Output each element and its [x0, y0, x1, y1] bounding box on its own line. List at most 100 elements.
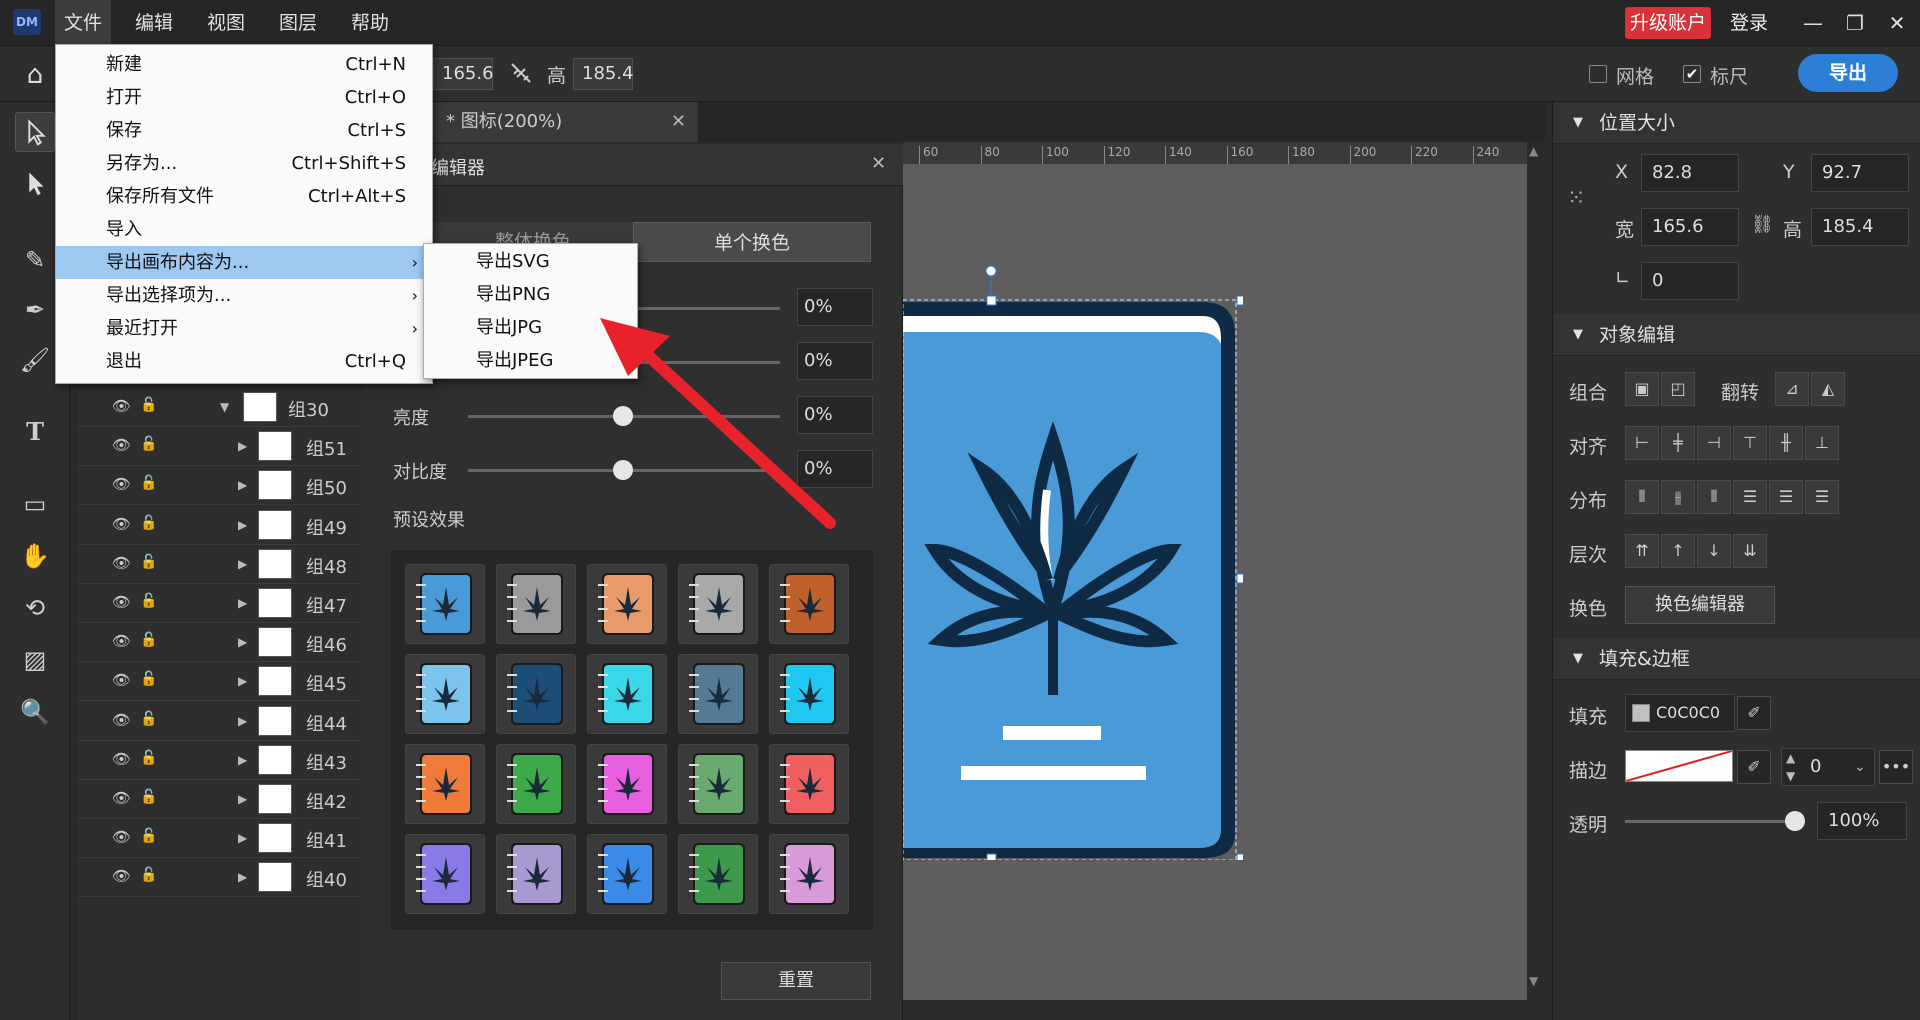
curve-pen-icon[interactable]: ✒: [15, 290, 55, 330]
rectangle-icon[interactable]: ▭: [15, 484, 55, 524]
fill-eyedropper-icon[interactable]: ✐: [1737, 696, 1771, 730]
layer-row[interactable]: 👁 🔓 ▶ 组42: [78, 780, 363, 819]
expand-caret-icon[interactable]: ▶: [238, 831, 247, 845]
align-left-icon[interactable]: ⊢: [1625, 426, 1659, 460]
expand-caret-icon[interactable]: ▶: [238, 870, 247, 884]
zoom-icon[interactable]: 🔍: [15, 692, 55, 732]
eye-icon[interactable]: 👁: [112, 475, 132, 495]
stroke-eyedropper-icon[interactable]: ✐: [1737, 750, 1771, 784]
distribute-bottom-icon[interactable]: ☰: [1805, 480, 1839, 514]
preset-swatch[interactable]: [678, 654, 758, 734]
layer-row[interactable]: 👁 🔓 ▶ 组46: [78, 623, 363, 663]
distribute-center-h-icon[interactable]: ⫵: [1661, 480, 1695, 514]
eye-icon[interactable]: 👁: [112, 789, 132, 809]
opacity-field[interactable]: 100%: [1817, 802, 1907, 840]
layer-row[interactable]: 👁 🔓 ▶ 组44: [78, 702, 363, 741]
distribute-right-icon[interactable]: ⫴: [1697, 480, 1731, 514]
flip-horizontal-icon[interactable]: ◭: [1811, 372, 1845, 406]
align-bottom-icon[interactable]: ⊥: [1805, 426, 1839, 460]
eye-icon[interactable]: 👁: [112, 867, 132, 887]
preset-swatch[interactable]: [587, 744, 667, 824]
eye-icon[interactable]: 👁: [112, 593, 132, 613]
section-object-edit[interactable]: ▼ 对象编辑: [1553, 314, 1920, 356]
expand-caret-icon[interactable]: ▶: [238, 753, 247, 767]
group-icon[interactable]: ▣: [1625, 372, 1659, 406]
notebook-cannabis-artwork[interactable]: [903, 260, 1243, 860]
text-tool-icon[interactable]: T: [15, 412, 55, 452]
minimize-icon[interactable]: —: [1796, 6, 1830, 40]
send-backward-icon[interactable]: ↓: [1697, 534, 1731, 568]
link-ratio-icon-right[interactable]: ⛓: [1751, 214, 1774, 235]
reset-button[interactable]: 重置: [721, 962, 871, 1000]
stroke-dropdown-icon[interactable]: ⌄: [1854, 749, 1866, 785]
eye-icon[interactable]: 👁: [112, 515, 132, 535]
ruler-checkbox[interactable]: ✔: [1683, 65, 1701, 83]
width-field[interactable]: 165.6: [433, 58, 494, 90]
section-position-size[interactable]: ▼ 位置大小: [1553, 102, 1920, 144]
vertical-scrollbar[interactable]: ▲ ▼: [1527, 142, 1545, 1020]
scroll-up-icon[interactable]: ▲: [1529, 144, 1538, 158]
preset-swatch[interactable]: [678, 744, 758, 824]
lock-icon[interactable]: 🔓: [140, 515, 157, 535]
lock-icon[interactable]: 🔓: [140, 867, 157, 887]
lock-icon[interactable]: 🔓: [140, 789, 157, 809]
distribute-center-v-icon[interactable]: ☰: [1769, 480, 1803, 514]
hand-icon[interactable]: ✋: [15, 536, 55, 576]
align-center-h-icon[interactable]: ╪: [1661, 426, 1695, 460]
document-tab[interactable]: * 图标(200%) ✕: [432, 102, 698, 142]
file-menu-item[interactable]: 导出画布内容为... ›: [56, 246, 432, 279]
lock-icon[interactable]: 🔓: [140, 711, 157, 731]
layer-row[interactable]: 👁 🔓 ▼ 组30: [78, 388, 363, 427]
more-options-icon[interactable]: •••: [1879, 750, 1913, 784]
menu-view[interactable]: 视图: [198, 0, 254, 46]
flip-vertical-icon[interactable]: ⊿: [1775, 372, 1809, 406]
preset-swatch[interactable]: [587, 654, 667, 734]
expand-caret-icon[interactable]: ▶: [238, 478, 247, 492]
file-menu-item[interactable]: 退出 Ctrl+Q: [56, 345, 432, 378]
preset-swatch[interactable]: [769, 744, 849, 824]
horizontal-scrollbar[interactable]: [903, 1000, 1527, 1020]
link-ratio-icon[interactable]: [508, 60, 534, 86]
menu-file[interactable]: 文件: [55, 0, 111, 46]
lock-icon[interactable]: 🔓: [140, 632, 157, 652]
menu-edit[interactable]: 编辑: [126, 0, 182, 46]
layer-row[interactable]: 👁 🔓 ▶ 组49: [78, 506, 363, 545]
x-field[interactable]: 82.8: [1641, 154, 1739, 192]
w-field[interactable]: 165.6: [1641, 208, 1739, 246]
file-menu-item[interactable]: 打开 Ctrl+O: [56, 81, 432, 114]
file-menu-item[interactable]: 新建 Ctrl+N: [56, 48, 432, 81]
section-fill-stroke[interactable]: ▼ 填充&边框: [1553, 638, 1920, 680]
lock-icon[interactable]: 🔓: [140, 436, 157, 456]
file-menu-item[interactable]: 导出选择项为... ›: [56, 279, 432, 312]
eye-icon[interactable]: 👁: [112, 671, 132, 691]
eye-icon[interactable]: 👁: [112, 632, 132, 652]
export-button[interactable]: 导出: [1798, 54, 1898, 92]
lock-icon[interactable]: 🔓: [140, 475, 157, 495]
stroke-color-swatch[interactable]: [1625, 750, 1733, 782]
layer-row[interactable]: 👁 🔓 ▶ 组48: [78, 545, 363, 584]
home-icon[interactable]: ⌂: [18, 58, 52, 92]
preset-swatch[interactable]: [769, 834, 849, 914]
preset-swatch[interactable]: [496, 744, 576, 824]
lock-icon[interactable]: 🔓: [140, 828, 157, 848]
recolor-editor-button[interactable]: 换色编辑器: [1625, 586, 1775, 624]
expand-caret-icon[interactable]: ▼: [220, 400, 229, 414]
export-submenu-item[interactable]: 导出PNG: [424, 278, 637, 311]
preset-swatch[interactable]: [405, 834, 485, 914]
preset-swatch[interactable]: [678, 834, 758, 914]
align-center-v-icon[interactable]: ╫: [1769, 426, 1803, 460]
preset-swatch[interactable]: [405, 744, 485, 824]
preset-swatch[interactable]: [769, 654, 849, 734]
preset-swatch[interactable]: [587, 834, 667, 914]
eye-icon[interactable]: 👁: [112, 436, 132, 456]
preset-swatch[interactable]: [678, 564, 758, 644]
tab-single-recolor[interactable]: 单个换色: [633, 222, 871, 262]
lock-icon[interactable]: 🔓: [140, 750, 157, 770]
lock-icon[interactable]: 🔓: [140, 397, 157, 417]
lock-icon[interactable]: 🔓: [140, 554, 157, 574]
lock-icon[interactable]: 🔓: [140, 671, 157, 691]
restore-icon[interactable]: ❐: [1838, 6, 1872, 40]
h-field[interactable]: 185.4: [1811, 208, 1909, 246]
eye-icon[interactable]: 👁: [112, 554, 132, 574]
preset-swatch[interactable]: [587, 564, 667, 644]
